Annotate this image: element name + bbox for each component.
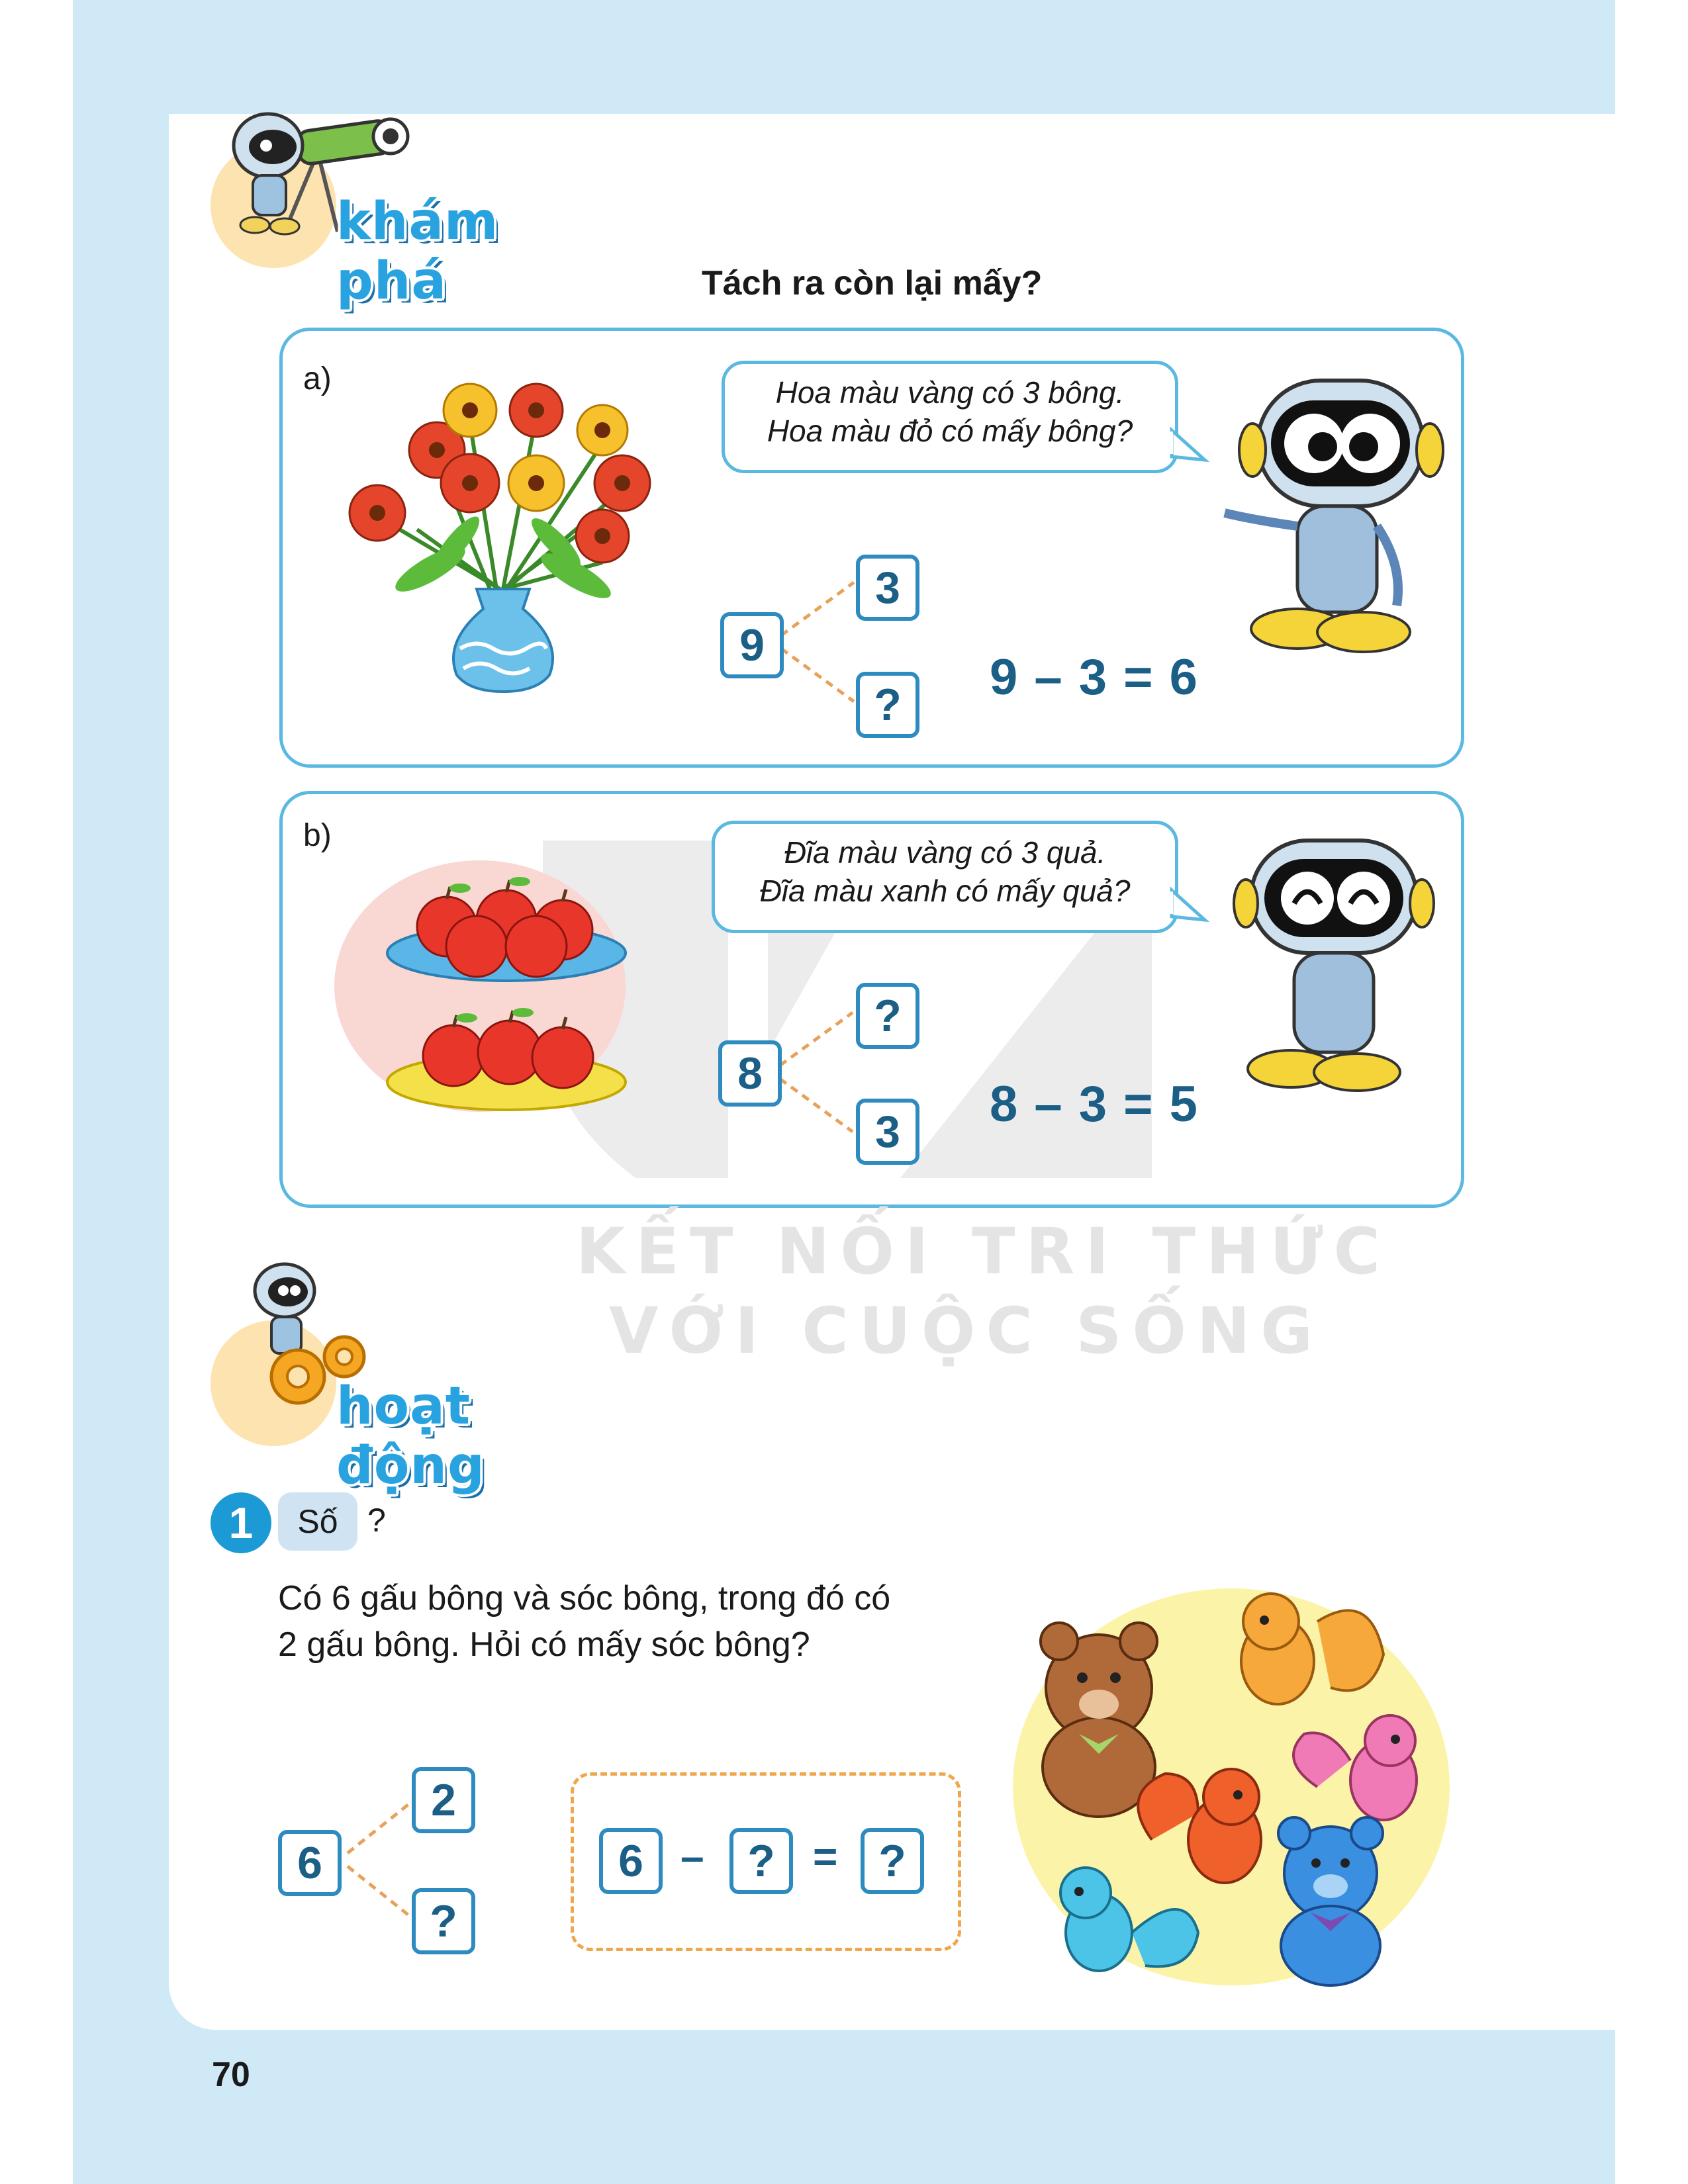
speech-bubble-b: Đĩa màu vàng có 3 quả. Đĩa màu xanh có m… (712, 821, 1178, 933)
toys-illustration (1013, 1588, 1450, 1987)
equation-b: 8 – 3 = 5 (990, 1076, 1199, 1132)
part-bottom-box-ex1[interactable]: ? (412, 1888, 475, 1954)
speech-bubble-a: Hoa màu vàng có 3 bông. Hoa màu đỏ có mấ… (722, 361, 1178, 473)
flower-vase-illustration (348, 383, 651, 694)
part-top-box-b: ? (856, 983, 919, 1049)
whole-box-a: 9 (720, 612, 784, 678)
bubble-a-line2: Hoa màu đỏ có mấy bông? (767, 414, 1133, 448)
blue-bear (1277, 1816, 1384, 1987)
part-top-box-a: 3 (856, 555, 919, 621)
watermark-line2: VỚI CUỘC SỐNG (609, 1294, 1324, 1368)
watermark-line1: KẾT NỐI TRI THỨC (576, 1214, 1391, 1289)
problem-line2: 2 gấu bông. Hỏi có mấy sóc bông? (278, 1625, 810, 1664)
whole-box-ex1[interactable]: 6 (278, 1830, 342, 1896)
bubble-b-tail (1168, 886, 1210, 923)
robot-mascot-a (1223, 379, 1444, 653)
exercise-tag: Số (278, 1492, 357, 1551)
part-bottom-box-b: 3 (856, 1099, 919, 1165)
exercise-number-badge: 1 (211, 1492, 271, 1553)
explore-title: khám phá (336, 192, 499, 311)
bubble-a-line1: Hoa màu vàng có 3 bông. (775, 375, 1125, 410)
robot-mascot-b (1233, 839, 1435, 1092)
page-subtitle: Tách ra còn lại mấy? (702, 264, 1043, 302)
bubble-b-line2: Đĩa màu xanh có mấy quả? (759, 874, 1131, 908)
exercise-problem-text: Có 6 gấu bông và sóc bông, trong đó có 2… (278, 1575, 1006, 1668)
eq-minus: – (680, 1833, 704, 1880)
eq-box-b[interactable]: ? (729, 1828, 793, 1894)
problem-line1: Có 6 gấu bông và sóc bông, trong đó có (278, 1579, 891, 1617)
panel-b-label: b) (303, 818, 332, 853)
equation-a: 9 – 3 = 6 (990, 649, 1199, 705)
activity-title: hoạt động (336, 1377, 485, 1496)
eq-box-c[interactable]: ? (861, 1828, 924, 1894)
eq-box-a: 6 (599, 1828, 663, 1894)
exercise-question-mark: ? (367, 1502, 386, 1539)
brown-bear (1039, 1621, 1158, 1818)
part-top-box-ex1: 2 (412, 1767, 475, 1833)
bubble-b-line1: Đĩa màu vàng có 3 quả. (784, 835, 1106, 870)
page-number: 70 (212, 2056, 250, 2094)
panel-a-label: a) (303, 361, 332, 396)
apple-plates-illustration (334, 860, 627, 1112)
whole-box-b: 8 (718, 1040, 782, 1107)
eq-equals: = (813, 1833, 838, 1880)
part-bottom-box-a: ? (856, 672, 919, 738)
